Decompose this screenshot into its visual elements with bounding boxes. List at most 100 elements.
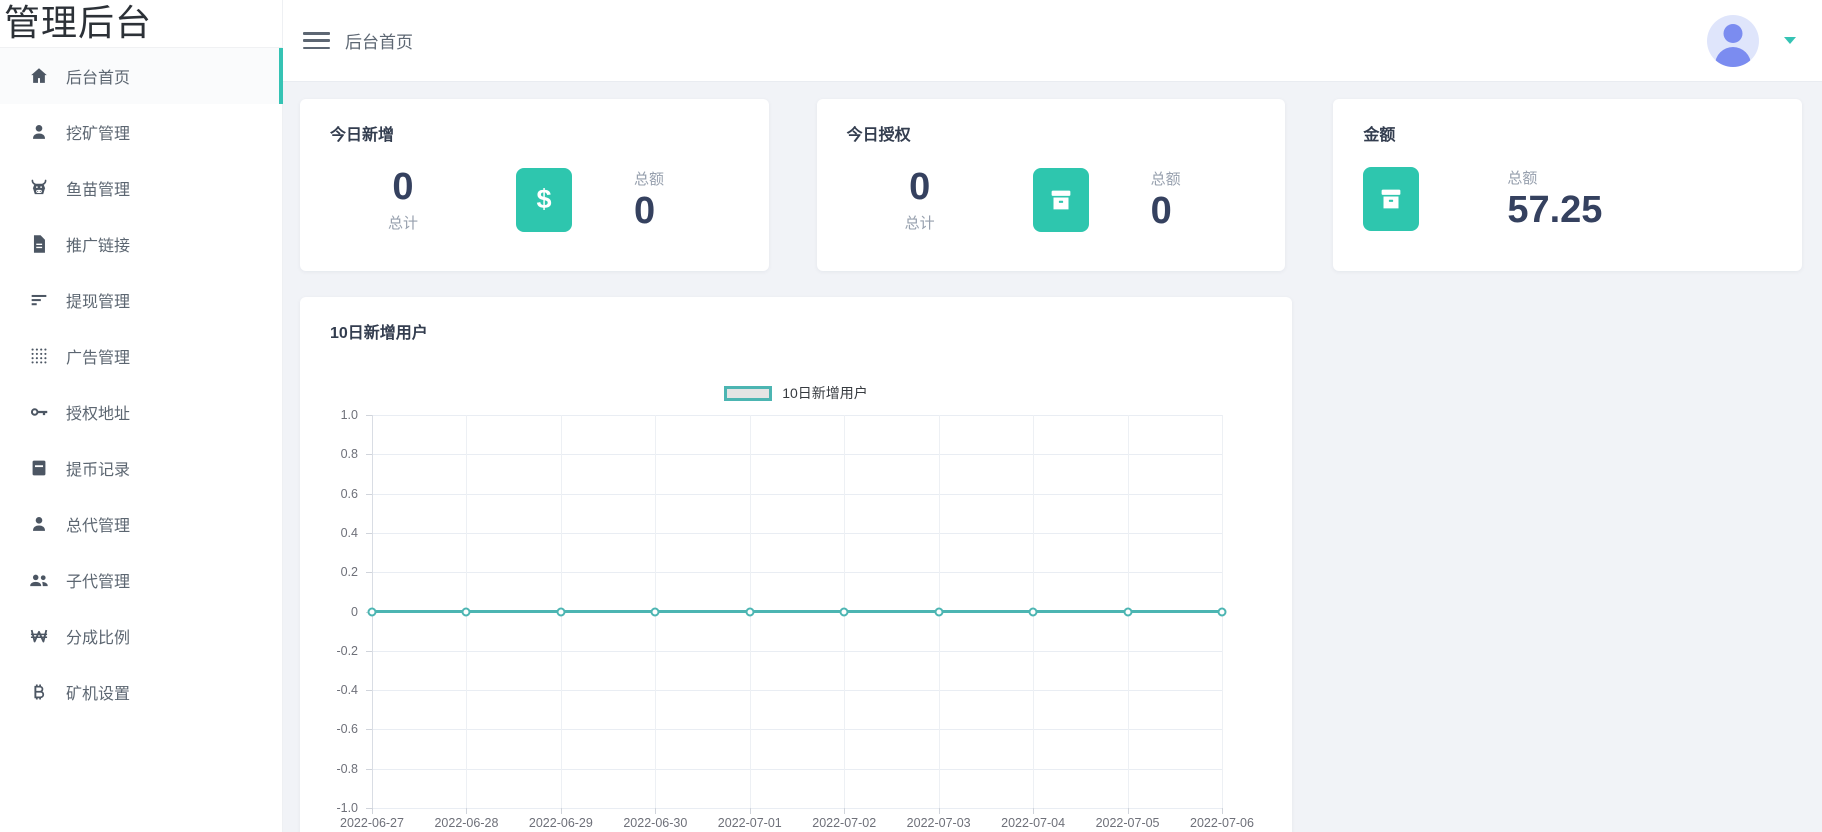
archive-icon bbox=[1033, 168, 1089, 232]
person-icon bbox=[28, 121, 50, 143]
sidebar: 管理后台 后台首页 挖矿管理 鱼苗管理 推广链接 bbox=[0, 0, 283, 832]
sidebar-item-auth-address[interactable]: 授权地址 bbox=[0, 384, 282, 440]
sidebar-item-coin-records[interactable]: 提币记录 bbox=[0, 440, 282, 496]
sidebar-item-label: 后台首页 bbox=[66, 64, 130, 88]
x-axis-tick bbox=[1128, 808, 1129, 814]
x-axis-label: 2022-06-30 bbox=[623, 816, 687, 830]
sidebar-item-withdraw[interactable]: 提现管理 bbox=[0, 272, 282, 328]
x-axis-tick bbox=[372, 808, 373, 814]
y-axis-label: 1.0 bbox=[341, 408, 358, 422]
data-point bbox=[1218, 607, 1227, 616]
card-title: 金额 bbox=[1363, 121, 1772, 145]
y-axis-label: 0.4 bbox=[341, 526, 358, 540]
x-axis-label: 2022-06-28 bbox=[434, 816, 498, 830]
won-icon bbox=[28, 625, 50, 647]
card-body: 0 总计 $ 总额 0 bbox=[330, 167, 739, 233]
data-point bbox=[556, 607, 565, 616]
bitcoin-icon bbox=[28, 681, 50, 703]
chart-card: 10日新增用户 10日新增用户 1.00.80.60.40.20-0.2-0.4… bbox=[300, 297, 1292, 832]
person-icon bbox=[28, 513, 50, 535]
topbar-right bbox=[1707, 15, 1796, 67]
x-axis-tick bbox=[561, 808, 562, 814]
avatar-head bbox=[1724, 24, 1743, 43]
y-axis-label: 0.2 bbox=[341, 565, 358, 579]
y-axis-label: 0 bbox=[351, 605, 358, 619]
stat-card-today-auth: 今日授权 0 总计 总额 0 bbox=[817, 99, 1286, 271]
x-axis-label: 2022-07-02 bbox=[812, 816, 876, 830]
x-axis-label: 2022-06-27 bbox=[340, 816, 404, 830]
sidebar-item-mining[interactable]: 挖矿管理 bbox=[0, 104, 282, 160]
y-axis-label: -0.6 bbox=[336, 722, 358, 736]
count-column: 0 总计 bbox=[865, 167, 975, 233]
x-axis-label: 2022-07-03 bbox=[907, 816, 971, 830]
total-column: 总额 0 bbox=[1151, 168, 1181, 233]
x-axis: 2022-06-272022-06-282022-06-292022-06-30… bbox=[372, 816, 1222, 832]
sort-icon bbox=[28, 289, 50, 311]
sidebar-item-label: 分成比例 bbox=[66, 624, 130, 648]
count-label: 总计 bbox=[348, 212, 458, 233]
total-column: 总额 57.25 bbox=[1507, 167, 1602, 232]
app-title: 管理后台 bbox=[0, 0, 282, 48]
sidebar-item-miner-settings[interactable]: 矿机设置 bbox=[0, 664, 282, 720]
total-column: 总额 0 bbox=[634, 168, 664, 233]
data-point bbox=[368, 607, 377, 616]
sidebar-item-sub-agent[interactable]: 子代管理 bbox=[0, 552, 282, 608]
count-column: 0 总计 bbox=[348, 167, 458, 233]
sidebar-item-promo-link[interactable]: 推广链接 bbox=[0, 216, 282, 272]
sidebar-item-general-agent[interactable]: 总代管理 bbox=[0, 496, 282, 552]
sidebar-item-fry[interactable]: 鱼苗管理 bbox=[0, 160, 282, 216]
data-point bbox=[934, 607, 943, 616]
stat-card-amount: 金额 总额 57.25 bbox=[1333, 99, 1802, 271]
avatar-shoulders bbox=[1715, 47, 1751, 67]
sidebar-item-label: 授权地址 bbox=[66, 400, 130, 424]
journal-icon bbox=[28, 457, 50, 479]
sidebar-item-label: 提币记录 bbox=[66, 456, 130, 480]
stat-cards-row: 今日新增 0 总计 $ 总额 0 今日授权 0 总计 bbox=[300, 99, 1802, 271]
sidebar-item-label: 推广链接 bbox=[66, 232, 130, 256]
card-title: 今日授权 bbox=[847, 121, 1256, 145]
total-value: 0 bbox=[1151, 191, 1181, 233]
y-axis-label: 0.8 bbox=[341, 447, 358, 461]
total-value: 57.25 bbox=[1507, 190, 1602, 232]
data-point bbox=[462, 607, 471, 616]
sidebar-item-label: 挖矿管理 bbox=[66, 120, 130, 144]
series-line bbox=[372, 415, 1222, 808]
x-axis-label: 2022-07-04 bbox=[1001, 816, 1065, 830]
chart-legend[interactable]: 10日新增用户 bbox=[300, 383, 1292, 403]
avatar[interactable] bbox=[1707, 15, 1759, 67]
menu-toggle-icon[interactable] bbox=[303, 32, 330, 49]
sidebar-item-label: 鱼苗管理 bbox=[66, 176, 130, 200]
count-value: 0 bbox=[348, 167, 458, 209]
archive-icon bbox=[1363, 167, 1419, 231]
count-value: 0 bbox=[865, 167, 975, 209]
legend-swatch bbox=[724, 386, 772, 401]
document-icon bbox=[28, 233, 50, 255]
sidebar-item-dashboard[interactable]: 后台首页 bbox=[0, 48, 282, 104]
x-axis-label: 2022-07-06 bbox=[1190, 816, 1254, 830]
sidebar-item-label: 广告管理 bbox=[66, 344, 130, 368]
y-axis: 1.00.80.60.40.20-0.2-0.4-0.6-0.8-1.0 bbox=[300, 415, 358, 808]
stat-card-today-new: 今日新增 0 总计 $ 总额 0 bbox=[300, 99, 769, 271]
sidebar-item-share-ratio[interactable]: 分成比例 bbox=[0, 608, 282, 664]
x-axis-tick bbox=[655, 808, 656, 814]
sidebar-item-label: 子代管理 bbox=[66, 568, 130, 592]
cow-icon bbox=[28, 177, 50, 199]
sidebar-item-ads[interactable]: 广告管理 bbox=[0, 328, 282, 384]
card-body: 总额 57.25 bbox=[1363, 167, 1772, 232]
card-title: 今日新增 bbox=[330, 121, 739, 145]
x-axis-tick bbox=[844, 808, 845, 814]
dots-grid-icon bbox=[28, 345, 50, 367]
x-axis-tick bbox=[939, 808, 940, 814]
legend-label: 10日新增用户 bbox=[782, 383, 868, 403]
y-axis-label: -0.2 bbox=[336, 644, 358, 658]
count-label: 总计 bbox=[865, 212, 975, 233]
sidebar-item-label: 矿机设置 bbox=[66, 680, 130, 704]
dollar-icon: $ bbox=[516, 168, 572, 232]
chevron-down-icon[interactable] bbox=[1784, 37, 1796, 44]
sidebar-nav: 后台首页 挖矿管理 鱼苗管理 推广链接 提现管理 bbox=[0, 48, 282, 720]
data-point bbox=[651, 607, 660, 616]
x-axis-tick bbox=[1222, 808, 1223, 814]
chart-plot bbox=[372, 415, 1222, 808]
people-icon bbox=[28, 569, 50, 591]
y-axis-label: 0.6 bbox=[341, 487, 358, 501]
